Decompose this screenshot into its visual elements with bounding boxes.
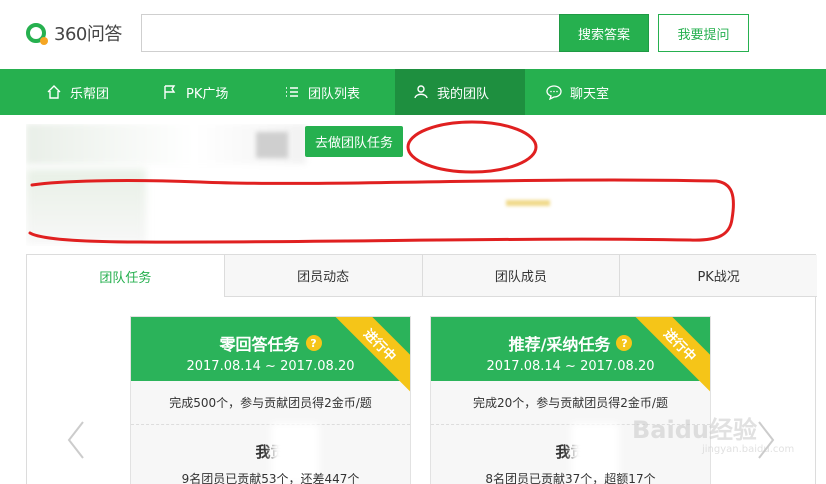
search-input[interactable] xyxy=(142,15,561,51)
nav-item-label: 乐帮团 xyxy=(70,86,110,102)
nav-item-label: PK广场 xyxy=(186,86,229,102)
task-card-description: 完成500个，参与贡献团员得2金币/题 xyxy=(131,381,410,425)
watermark-main: Baidu经验 xyxy=(632,416,757,444)
nav-item-pk-square[interactable]: PK广场 xyxy=(146,69,266,115)
nav-item-chat-room[interactable]: 聊天室 xyxy=(530,69,640,115)
tab-team-members[interactable]: 团队成员 xyxy=(421,255,620,297)
team-icon xyxy=(413,84,429,100)
logo-icon xyxy=(26,23,48,45)
watermark-sub: jingyan.baidu.com xyxy=(702,444,795,455)
task-card-title-text: 推荐/采纳任务 xyxy=(508,335,611,354)
baidu-watermark: Baidu经验 jingyan.baidu.com xyxy=(632,392,812,462)
red-annotation-marks xyxy=(28,120,735,244)
nav-item-my-team[interactable]: 我的团队 xyxy=(395,69,525,115)
page: 360问答 搜索答案 我要提问 乐帮团 PK广场 团队列表 我的团队 聊天室 去… xyxy=(0,0,826,484)
red-circle-annotation xyxy=(406,120,538,174)
logo[interactable]: 360问答 xyxy=(26,20,122,46)
logo-text: 360问答 xyxy=(54,24,122,45)
home-icon xyxy=(46,84,62,100)
nav-item-label: 我的团队 xyxy=(437,86,490,102)
task-card: 零回答任务 ? 2017.08.14 ~ 2017.08.20 进行中 完成50… xyxy=(130,316,411,484)
tab-pk-status[interactable]: PK战况 xyxy=(619,255,817,297)
search-box xyxy=(141,14,561,52)
tab-member-activity[interactable]: 团员动态 xyxy=(223,255,422,297)
list-icon xyxy=(284,84,300,100)
help-icon[interactable]: ? xyxy=(305,335,322,351)
prev-arrow-icon[interactable] xyxy=(66,420,86,460)
nav-item-label: 团队列表 xyxy=(308,86,361,102)
task-card-date: 2017.08.14 ~ 2017.08.20 xyxy=(186,359,355,374)
task-card-title-text: 零回答任务 xyxy=(219,335,300,354)
nav-item-lebangtuan[interactable]: 乐帮团 xyxy=(30,69,140,115)
nav-item-team-list[interactable]: 团队列表 xyxy=(266,69,394,115)
task-card-stat: 9名团员已贡献53个，还差447个 xyxy=(181,472,360,484)
task-card-stat: 8名团员已贡献37个，超额17个 xyxy=(485,472,656,484)
ask-question-button[interactable]: 我要提问 xyxy=(658,14,749,52)
red-box-annotation xyxy=(28,178,735,244)
tab-bar: 团队任务 团员动态 团队成员 PK战况 xyxy=(27,255,817,297)
main-nav: 乐帮团 PK广场 团队列表 我的团队 聊天室 xyxy=(0,69,826,115)
search-button[interactable]: 搜索答案 xyxy=(559,14,649,52)
chat-icon xyxy=(546,84,562,100)
flag-icon xyxy=(162,84,178,100)
nav-item-label: 聊天室 xyxy=(570,86,610,102)
help-icon[interactable]: ? xyxy=(616,335,633,351)
task-card-date: 2017.08.14 ~ 2017.08.20 xyxy=(486,359,655,374)
tab-team-tasks[interactable]: 团队任务 xyxy=(27,255,224,297)
